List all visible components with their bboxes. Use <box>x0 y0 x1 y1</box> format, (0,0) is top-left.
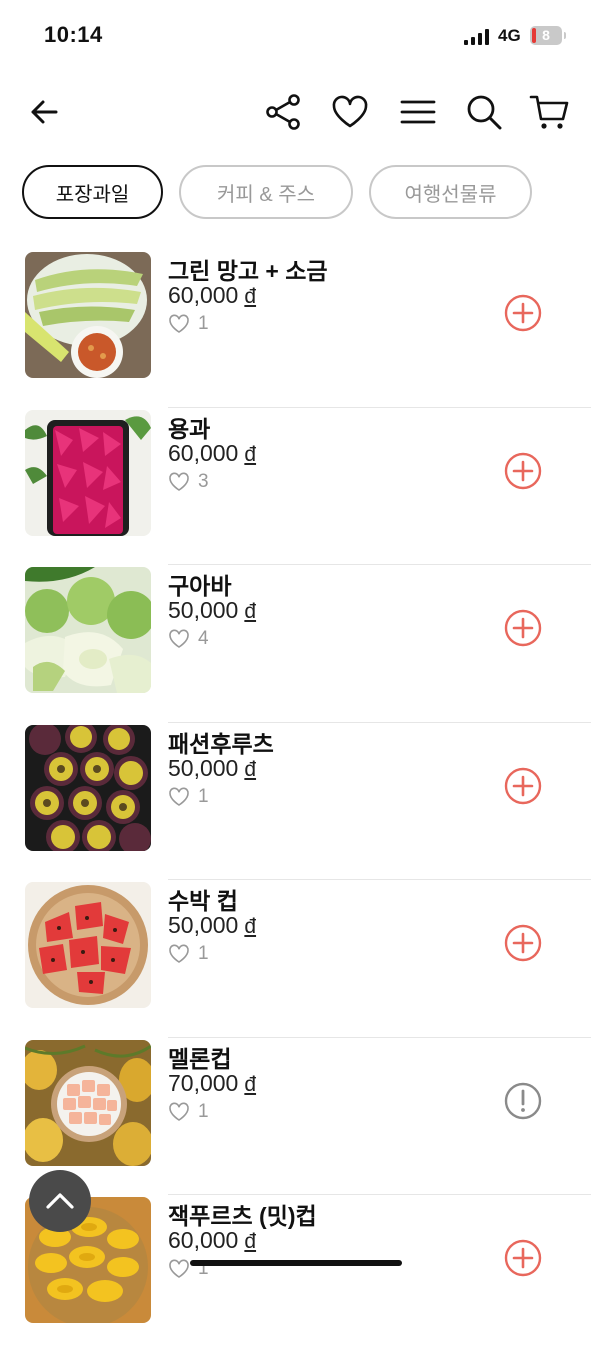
product-item[interactable]: 잭푸르츠 (밋)컵 60,000 đ 1 <box>0 1195 591 1353</box>
likes-count: 1 <box>198 785 209 807</box>
product-item[interactable]: 구아바 50,000 đ 4 <box>0 565 591 723</box>
likes-count: 1 <box>198 1100 209 1122</box>
product-price: 50,000 đ <box>168 912 257 938</box>
tab-coffee-juice[interactable]: 커피 & 주스 <box>179 165 353 219</box>
product-price: 60,000 đ <box>168 282 257 308</box>
currency-symbol: đ <box>244 285 257 308</box>
product-price: 50,000 đ <box>168 597 257 623</box>
product-likes: 1 <box>168 786 209 808</box>
menu-button[interactable] <box>396 90 440 134</box>
app-header <box>0 84 591 140</box>
likes-count: 3 <box>198 470 209 492</box>
unavailable-icon[interactable] <box>504 1082 542 1120</box>
product-image-dragon-fruit <box>25 409 151 536</box>
product-likes: 4 <box>168 628 209 650</box>
likes-count: 1 <box>198 943 209 964</box>
search-icon <box>467 95 502 130</box>
status-bar: 10:14 4G 8 <box>0 0 591 72</box>
product-likes: 1 <box>168 943 209 965</box>
product-likes: 1 <box>168 1101 209 1123</box>
chevron-up-icon <box>46 1193 74 1209</box>
product-item[interactable]: 패션후루츠 50,000 đ 1 <box>0 723 591 880</box>
heart-icon <box>332 95 368 128</box>
likes-count: 4 <box>198 628 209 649</box>
currency-symbol: đ <box>244 442 257 466</box>
battery-level: 8 <box>542 27 550 43</box>
cart-button[interactable] <box>527 90 571 134</box>
product-price: 60,000 đ <box>168 439 257 466</box>
product-name: 구아바 <box>168 573 232 599</box>
heart-outline-icon <box>169 1102 189 1121</box>
battery-icon: 8 <box>530 26 566 45</box>
heart-outline-icon <box>169 314 189 333</box>
product-name: 수박 컵 <box>168 888 238 914</box>
currency-symbol: đ <box>244 757 257 781</box>
product-name: 패션후루츠 <box>168 730 274 757</box>
product-image-passion-fruit <box>25 724 151 851</box>
product-name: 용과 <box>168 415 211 442</box>
product-item[interactable]: 그린 망고 + 소금 60,000 đ 1 <box>0 250 591 408</box>
add-to-cart-icon[interactable] <box>504 609 542 647</box>
product-name: 멜론컵 <box>168 1045 232 1072</box>
add-to-cart-icon[interactable] <box>504 767 542 805</box>
favorite-button[interactable] <box>328 90 372 134</box>
heart-outline-icon <box>169 1259 189 1278</box>
tab-packaged-fruit[interactable]: 포장과일 <box>22 165 163 219</box>
currency-symbol: đ <box>244 915 257 938</box>
status-time: 10:14 <box>44 22 103 47</box>
search-button[interactable] <box>462 90 506 134</box>
scroll-to-top-button[interactable] <box>29 1170 91 1232</box>
heart-outline-icon <box>169 787 189 806</box>
share-icon <box>266 94 300 130</box>
product-image-guava <box>25 567 151 693</box>
product-price: 70,000 đ <box>168 1069 257 1096</box>
arrow-left-icon <box>31 100 58 124</box>
currency-symbol: đ <box>244 1230 257 1253</box>
product-item[interactable]: 용과 60,000 đ 3 <box>0 408 591 565</box>
add-to-cart-icon[interactable] <box>504 1239 542 1277</box>
product-image-green-mango <box>25 252 151 378</box>
add-to-cart-icon[interactable] <box>504 294 542 332</box>
tab-travel-gifts[interactable]: 여행선물류 <box>369 165 532 219</box>
product-name: 잭푸르츠 (밋)컵 <box>168 1203 317 1229</box>
product-item[interactable]: 멜론컵 70,000 đ 1 <box>0 1038 591 1195</box>
product-price: 60,000 đ <box>168 1227 257 1253</box>
currency-symbol: đ <box>244 600 257 623</box>
cart-icon <box>529 95 569 129</box>
home-indicator <box>190 1260 402 1266</box>
share-button[interactable] <box>261 90 305 134</box>
product-price: 50,000 đ <box>168 754 257 781</box>
menu-icon <box>400 100 436 124</box>
product-likes: 1 <box>168 313 209 335</box>
heart-outline-icon <box>169 472 189 491</box>
heart-outline-icon <box>169 629 189 648</box>
network-type: 4G <box>498 26 521 45</box>
add-to-cart-icon[interactable] <box>504 924 542 962</box>
heart-outline-icon <box>169 944 189 963</box>
product-name: 그린 망고 + 소금 <box>168 258 328 284</box>
product-list: 그린 망고 + 소금 60,000 đ 1 용과 60,000 đ 3 구아바 … <box>0 250 591 1353</box>
add-to-cart-icon[interactable] <box>504 452 542 490</box>
product-item[interactable]: 수박 컵 50,000 đ 1 <box>0 880 591 1038</box>
likes-count: 1 <box>198 313 209 334</box>
signal-icon <box>464 29 490 45</box>
back-button[interactable] <box>22 90 66 134</box>
currency-symbol: đ <box>244 1072 257 1096</box>
category-tabs: 포장과일 커피 & 주스 여행선물류 <box>22 165 532 223</box>
product-image-watermelon-cup <box>25 882 151 1008</box>
product-image-melon-cup <box>25 1039 151 1166</box>
product-likes: 3 <box>168 471 209 493</box>
